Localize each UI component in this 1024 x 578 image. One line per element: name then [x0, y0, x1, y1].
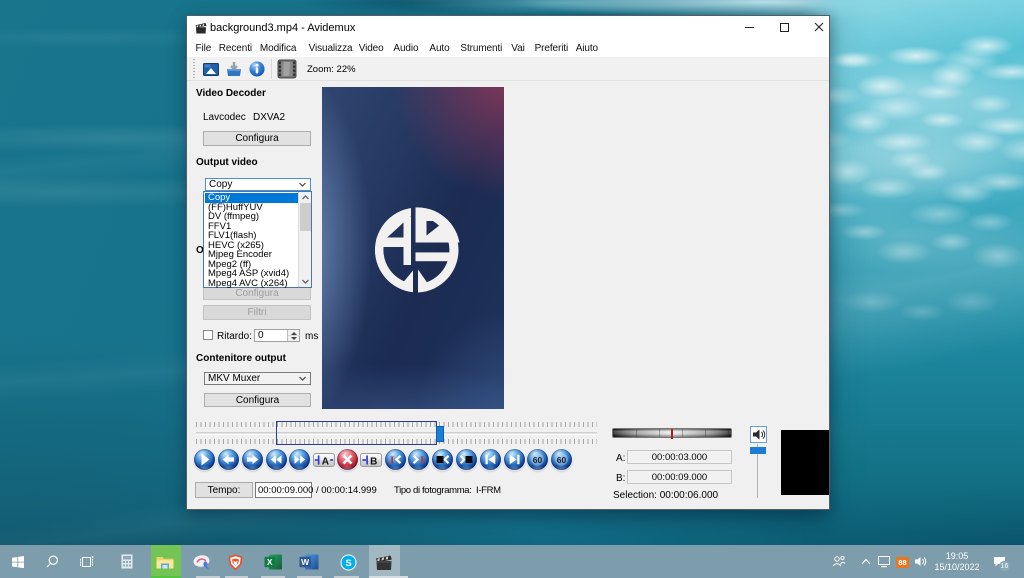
svg-text:60: 60 [557, 455, 567, 465]
svg-text:W: W [301, 557, 310, 567]
svg-text:B: B [370, 457, 377, 467]
svg-text:X: X [267, 557, 273, 567]
svg-text:S: S [345, 558, 351, 569]
svg-text:60: 60 [533, 455, 543, 465]
svg-text:I: I [420, 455, 424, 467]
svg-text:I: I [390, 455, 394, 467]
svg-text:A: A [321, 457, 328, 467]
